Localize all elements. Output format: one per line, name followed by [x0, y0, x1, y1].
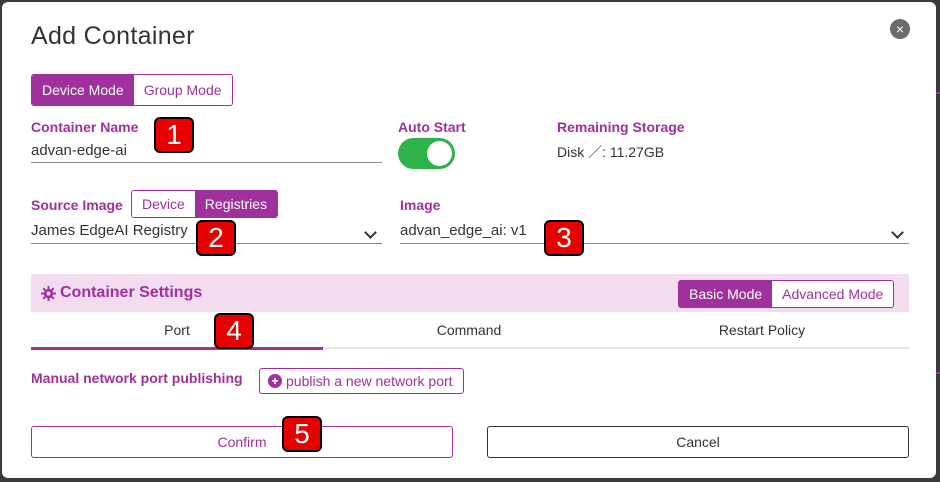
source-registries-button[interactable]: Registries — [194, 191, 278, 217]
group-mode-button[interactable]: Group Mode — [133, 75, 232, 105]
container-settings-title: Container Settings — [41, 284, 202, 302]
container-name-input[interactable]: advan-edge-ai — [31, 142, 127, 159]
device-mode-button[interactable]: Device Mode — [32, 75, 134, 105]
mode-toggle: Device Mode Group Mode — [31, 74, 233, 106]
auto-start-toggle[interactable] — [398, 138, 455, 169]
remaining-storage-label: Remaining Storage — [557, 119, 685, 135]
remaining-storage-value: Disk ／: 11.27GB — [557, 144, 665, 160]
source-device-button[interactable]: Device — [132, 191, 195, 217]
basic-mode-button[interactable]: Basic Mode — [679, 281, 773, 307]
container-name-label: Container Name — [31, 119, 139, 135]
tab-command[interactable]: Command — [323, 322, 615, 338]
cancel-button[interactable]: Cancel — [487, 426, 909, 458]
annotation-badge-2: 2 — [196, 220, 236, 256]
source-image-label: Source Image — [31, 197, 123, 213]
publish-port-label: publish a new network port — [286, 373, 453, 389]
container-name-underline — [31, 162, 382, 163]
dialog-title: Add Container — [31, 22, 195, 50]
image-underline — [400, 243, 909, 244]
annotation-badge-4: 4 — [214, 313, 254, 349]
add-container-dialog: Add Container × Device Mode Group Mode C… — [2, 2, 936, 478]
auto-start-label: Auto Start — [398, 119, 466, 135]
annotation-badge-3: 3 — [544, 220, 584, 256]
settings-title-text: Container Settings — [60, 284, 203, 301]
annotation-badge-1: 1 — [154, 117, 194, 153]
registry-select[interactable]: James EdgeAI Registry — [31, 222, 188, 239]
plus-circle-icon: + — [268, 374, 282, 388]
advanced-mode-button[interactable]: Advanced Mode — [772, 281, 894, 307]
toggle-knob — [427, 141, 452, 166]
source-image-toggle: Device Registries — [131, 190, 279, 218]
chevron-down-icon[interactable] — [891, 226, 904, 239]
close-icon[interactable]: × — [890, 19, 910, 39]
publish-port-button[interactable]: + publish a new network port — [259, 368, 464, 394]
image-select[interactable]: advan_edge_ai: v1 — [400, 222, 527, 239]
tab-port[interactable]: Port — [31, 322, 323, 338]
image-label: Image — [400, 197, 441, 213]
container-settings-bar: Container Settings Basic Mode Advanced M… — [31, 274, 909, 312]
tab-restart-policy[interactable]: Restart Policy — [615, 322, 909, 338]
port-publishing-label: Manual network port publishing — [31, 370, 243, 386]
settings-mode-toggle: Basic Mode Advanced Mode — [678, 280, 895, 308]
confirm-button[interactable]: Confirm — [31, 426, 453, 458]
annotation-badge-5: 5 — [282, 416, 322, 452]
chevron-down-icon[interactable] — [364, 226, 377, 239]
gear-icon — [41, 285, 56, 301]
active-tab-indicator — [31, 347, 323, 350]
